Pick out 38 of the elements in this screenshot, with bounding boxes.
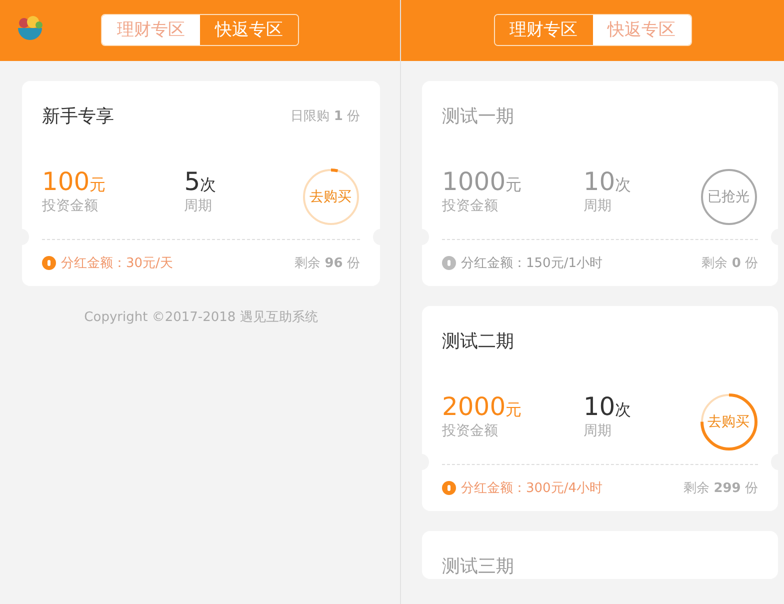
bowl-logo-icon: [16, 14, 44, 42]
period-label: 周期: [184, 197, 214, 215]
product-title: 新手专享: [42, 105, 114, 128]
amount-label: 投资金额: [42, 197, 99, 215]
dividend-amount: 分红金额：150元/1小时: [461, 255, 602, 272]
buy-button[interactable]: 去购买: [699, 392, 758, 452]
daily-limit: 日限购 1 份: [290, 108, 360, 125]
amount-value: 1000: [442, 167, 506, 197]
product-title: 测试一期: [442, 105, 514, 128]
coin-icon: [42, 256, 56, 270]
buy-button[interactable]: 去购买: [300, 167, 360, 227]
period-unit: 次: [615, 400, 632, 421]
tab[interactable]: 理财专区: [102, 14, 200, 44]
amount-value: 100: [42, 167, 90, 197]
amount-unit: 元: [506, 400, 522, 421]
coin-icon: [442, 481, 456, 495]
amount-label: 投资金额: [442, 197, 499, 215]
period-value: 5: [184, 167, 200, 197]
amount-label: 投资金额: [442, 422, 499, 440]
tab[interactable]: 快返专区: [592, 14, 690, 44]
period-unit: 次: [200, 175, 216, 196]
amount-unit: 元: [90, 175, 106, 196]
remaining-count: 剩余 299 份: [684, 480, 758, 497]
coin-icon: [442, 256, 456, 270]
product-title: 测试二期: [442, 330, 514, 353]
copyright-text: Copyright ©2017-2018 遇见互助系统: [83, 309, 319, 326]
period-value: 10: [583, 167, 616, 197]
amount-unit: 元: [506, 175, 522, 196]
period-value: 10: [583, 392, 616, 422]
dividend-amount: 分红金额：30元/天: [61, 255, 173, 272]
period-unit: 次: [615, 175, 632, 196]
period-label: 周期: [583, 197, 612, 215]
amount-value: 2000: [442, 392, 506, 422]
remaining-count: 剩余 0 份: [702, 255, 758, 272]
period-label: 周期: [583, 422, 612, 440]
dividend-amount: 分红金额：300元/4小时: [461, 480, 602, 497]
remaining-count: 剩余 96 份: [294, 255, 360, 272]
product-title: 测试三期: [442, 555, 514, 578]
